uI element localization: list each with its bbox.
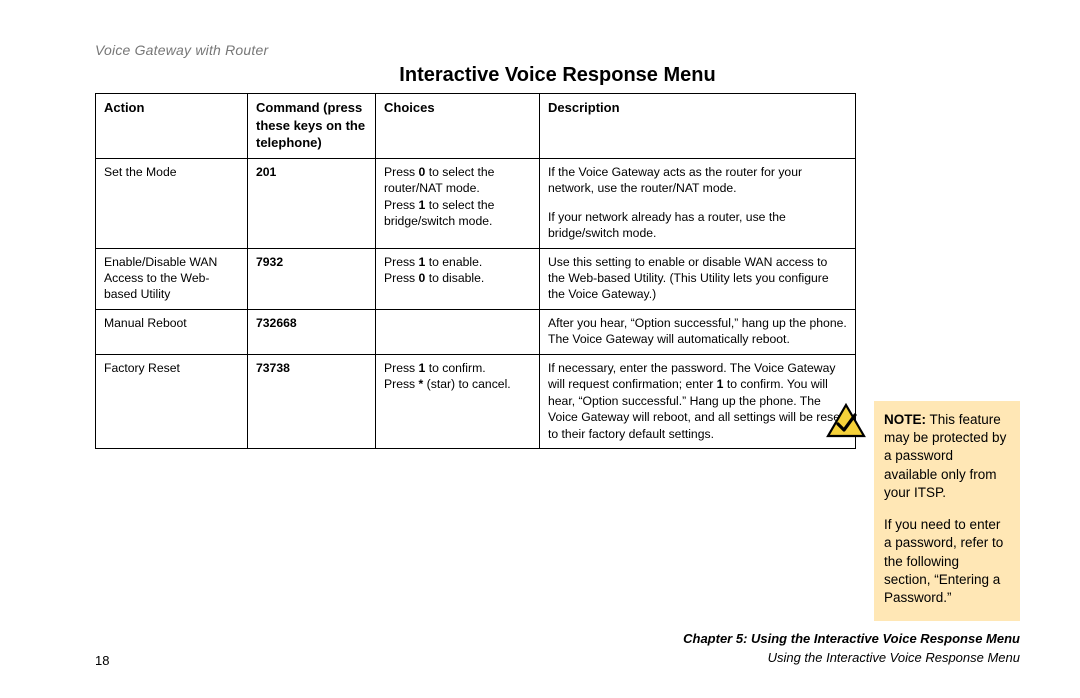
txt: to disable. [425, 271, 484, 285]
page-number: 18 [95, 653, 109, 668]
cell-description: If the Voice Gateway acts as the router … [540, 158, 856, 248]
ivr-table: Action Command (press these keys on the … [95, 93, 856, 449]
cell-description: Use this setting to enable or disable WA… [540, 248, 856, 309]
desc-para: If your network already has a router, us… [548, 209, 847, 242]
txt: (star) to cancel. [423, 377, 510, 391]
txt: Press [384, 165, 419, 179]
table-row: Factory Reset 73738 Press 1 to confirm. … [96, 354, 856, 448]
table-row: Set the Mode 201 Press 0 to select the r… [96, 158, 856, 248]
cell-action: Factory Reset [96, 354, 248, 448]
cell-command: 73738 [248, 354, 376, 448]
table-header-row: Action Command (press these keys on the … [96, 94, 856, 159]
col-description: Description [540, 94, 856, 159]
note-paragraph: NOTE: This feature may be protected by a… [884, 411, 1008, 502]
txt: Press [384, 198, 419, 212]
cell-choices [376, 309, 540, 354]
col-command: Command (press these keys on the telepho… [248, 94, 376, 159]
cell-description: If necessary, enter the password. The Vo… [540, 354, 856, 448]
txt: Press [384, 377, 419, 391]
cell-action: Manual Reboot [96, 309, 248, 354]
cell-command: 732668 [248, 309, 376, 354]
page-footer: 18 Chapter 5: Using the Interactive Voic… [95, 630, 1020, 668]
cell-command: 7932 [248, 248, 376, 309]
col-action: Action [96, 94, 248, 159]
cell-action: Enable/Disable WAN Access to the Web-bas… [96, 248, 248, 309]
footer-section: Using the Interactive Voice Response Men… [683, 649, 1020, 668]
cell-command: 201 [248, 158, 376, 248]
doc-header: Voice Gateway with Router [95, 42, 1020, 58]
note-paragraph: If you need to enter a password, refer t… [884, 516, 1008, 607]
cell-description: After you hear, “Option successful,” han… [540, 309, 856, 354]
note-label: NOTE: [884, 412, 926, 427]
footer-chapter: Chapter 5: Using the Interactive Voice R… [683, 630, 1020, 649]
note-callout: NOTE: This feature may be protected by a… [874, 401, 1020, 621]
cell-choices: Press 0 to select the router/NAT mode. P… [376, 158, 540, 248]
table-row: Enable/Disable WAN Access to the Web-bas… [96, 248, 856, 309]
cell-action: Set the Mode [96, 158, 248, 248]
desc-para: After you hear, “Option successful,” han… [548, 315, 847, 348]
desc-para: Use this setting to enable or disable WA… [548, 254, 847, 303]
desc-para: If the Voice Gateway acts as the router … [548, 164, 847, 197]
txt: to confirm. [425, 361, 485, 375]
checkmark-warning-icon [826, 403, 866, 444]
txt: Press [384, 361, 419, 375]
txt: to enable. [425, 255, 482, 269]
cell-choices: Press 1 to enable. Press 0 to disable. [376, 248, 540, 309]
col-choices: Choices [376, 94, 540, 159]
cell-choices: Press 1 to confirm. Press * (star) to ca… [376, 354, 540, 448]
txt: Press [384, 271, 419, 285]
txt: Press [384, 255, 419, 269]
table-row: Manual Reboot 732668 After you hear, “Op… [96, 309, 856, 354]
page-title: Interactive Voice Response Menu [178, 64, 938, 87]
